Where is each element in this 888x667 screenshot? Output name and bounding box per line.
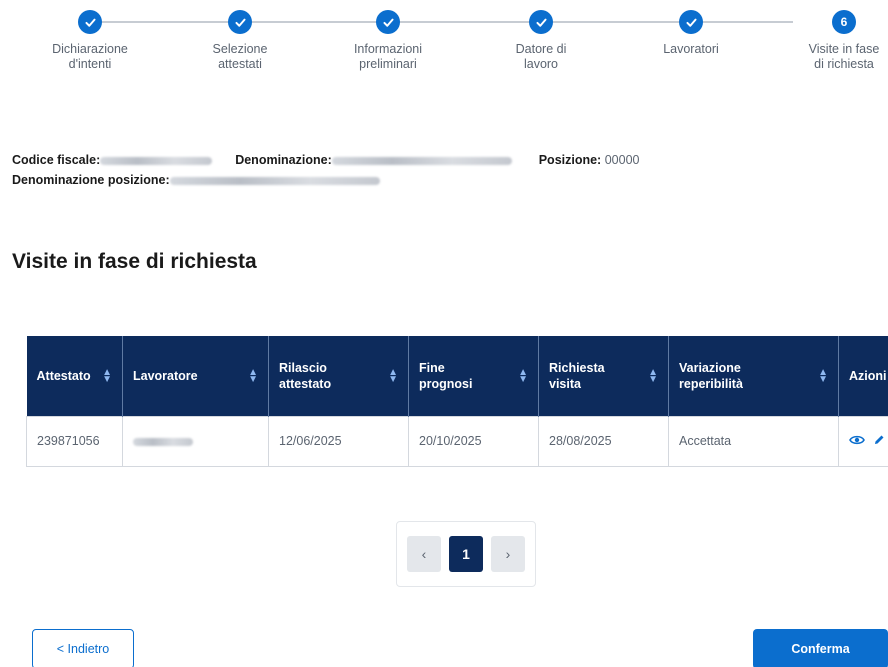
- step-label: Visite in fase di richiesta: [808, 42, 880, 71]
- check-icon: [78, 10, 102, 34]
- page-title: Visite in fase di richiesta: [12, 250, 257, 273]
- company-info: Codice fiscale: Denominazione: Posizione…: [12, 150, 639, 190]
- eye-icon[interactable]: [849, 433, 869, 449]
- sort-icon: ▲ ▼: [388, 366, 398, 385]
- confirm-button[interactable]: Conferma: [753, 629, 888, 667]
- pencil-icon[interactable]: [873, 433, 888, 449]
- next-page-button[interactable]: ›: [491, 536, 525, 572]
- step-lavoratori: Lavoratori: [621, 10, 761, 57]
- codice-fiscale-label: Codice fiscale:: [12, 153, 101, 167]
- prev-page-button[interactable]: ‹: [407, 536, 441, 572]
- cell-attestato: 239871056: [26, 415, 123, 467]
- step-datore: Datore di lavoro: [471, 10, 611, 72]
- table-row: 239871056 12/06/2025 20/10/2025 28/08/20…: [26, 415, 888, 467]
- check-icon: [376, 10, 400, 34]
- page-1-button[interactable]: 1: [449, 536, 483, 572]
- col-header-lavoratore[interactable]: Lavoratore ▲ ▼: [122, 336, 269, 416]
- redacted-codice-fiscale: [100, 156, 213, 165]
- posizione-label: Posizione:: [538, 153, 602, 167]
- visits-table: Attestato ▲ ▼ Lavoratore ▲ ▼ Rilascio attest…: [26, 336, 888, 467]
- step-visite: 6 Visite in fase di richiesta: [774, 10, 888, 72]
- progress-stepper: Dichiarazione d'intenti Selezione attest…: [0, 0, 888, 90]
- cell-richiesta: 28/08/2025: [538, 415, 669, 467]
- cell-rilascio: 12/06/2025: [268, 415, 409, 467]
- sort-icon: ▲ ▼: [818, 366, 828, 385]
- step-number-current: 6: [832, 10, 856, 34]
- header-label: Attestato: [36, 368, 91, 383]
- header-label: Azioni: [849, 368, 887, 383]
- cell-lavoratore: [122, 415, 269, 467]
- cell-variazione: Accettata: [668, 415, 839, 467]
- step-label: Datore di lavoro: [515, 42, 567, 71]
- header-label: Variazione reperibilità: [679, 360, 743, 391]
- cell-fine-prognosi: 20/10/2025: [408, 415, 539, 467]
- step-label: Selezione attestati: [212, 42, 268, 71]
- col-header-attestato[interactable]: Attestato ▲ ▼: [26, 336, 123, 416]
- step-informazioni: Informazioni preliminari: [318, 10, 458, 72]
- step-label: Informazioni preliminari: [353, 42, 423, 71]
- col-header-variazione[interactable]: Variazione reperibilità ▲ ▼: [668, 336, 839, 416]
- sort-icon: ▲ ▼: [518, 366, 528, 385]
- sort-icon: ▲ ▼: [248, 366, 258, 385]
- col-header-rilascio[interactable]: Rilascio attestato ▲ ▼: [268, 336, 409, 416]
- check-icon: [679, 10, 703, 34]
- step-dichiarazione: Dichiarazione d'intenti: [20, 10, 160, 72]
- redacted-lavoratore: [133, 437, 193, 446]
- step-selezione: Selezione attestati: [170, 10, 310, 72]
- step-label: Lavoratori: [663, 42, 719, 56]
- redacted-denominazione: [331, 156, 512, 165]
- header-label: Rilascio attestato: [279, 360, 332, 391]
- sort-icon: ▲ ▼: [102, 366, 112, 385]
- col-header-richiesta[interactable]: Richiesta visita ▲ ▼: [538, 336, 669, 416]
- header-label: Fine prognosi: [419, 360, 473, 391]
- col-header-fine-prognosi[interactable]: Fine prognosi ▲ ▼: [408, 336, 539, 416]
- pagination: ‹ 1 ›: [396, 521, 536, 587]
- header-label: Richiesta visita: [549, 360, 605, 391]
- denominazione-posizione-label: Denominazione posizione:: [12, 173, 170, 187]
- denominazione-label: Denominazione:: [235, 153, 332, 167]
- check-icon: [228, 10, 252, 34]
- redacted-denominazione-posizione: [169, 176, 380, 185]
- check-icon: [529, 10, 553, 34]
- step-label: Dichiarazione d'intenti: [52, 42, 128, 71]
- posizione-value: 00000: [604, 153, 640, 167]
- sort-icon: ▲ ▼: [648, 366, 658, 385]
- col-header-azioni: Azioni: [838, 336, 888, 416]
- back-button[interactable]: < Indietro: [32, 629, 134, 667]
- header-label: Lavoratore: [133, 368, 198, 383]
- cell-azioni: [838, 415, 888, 467]
